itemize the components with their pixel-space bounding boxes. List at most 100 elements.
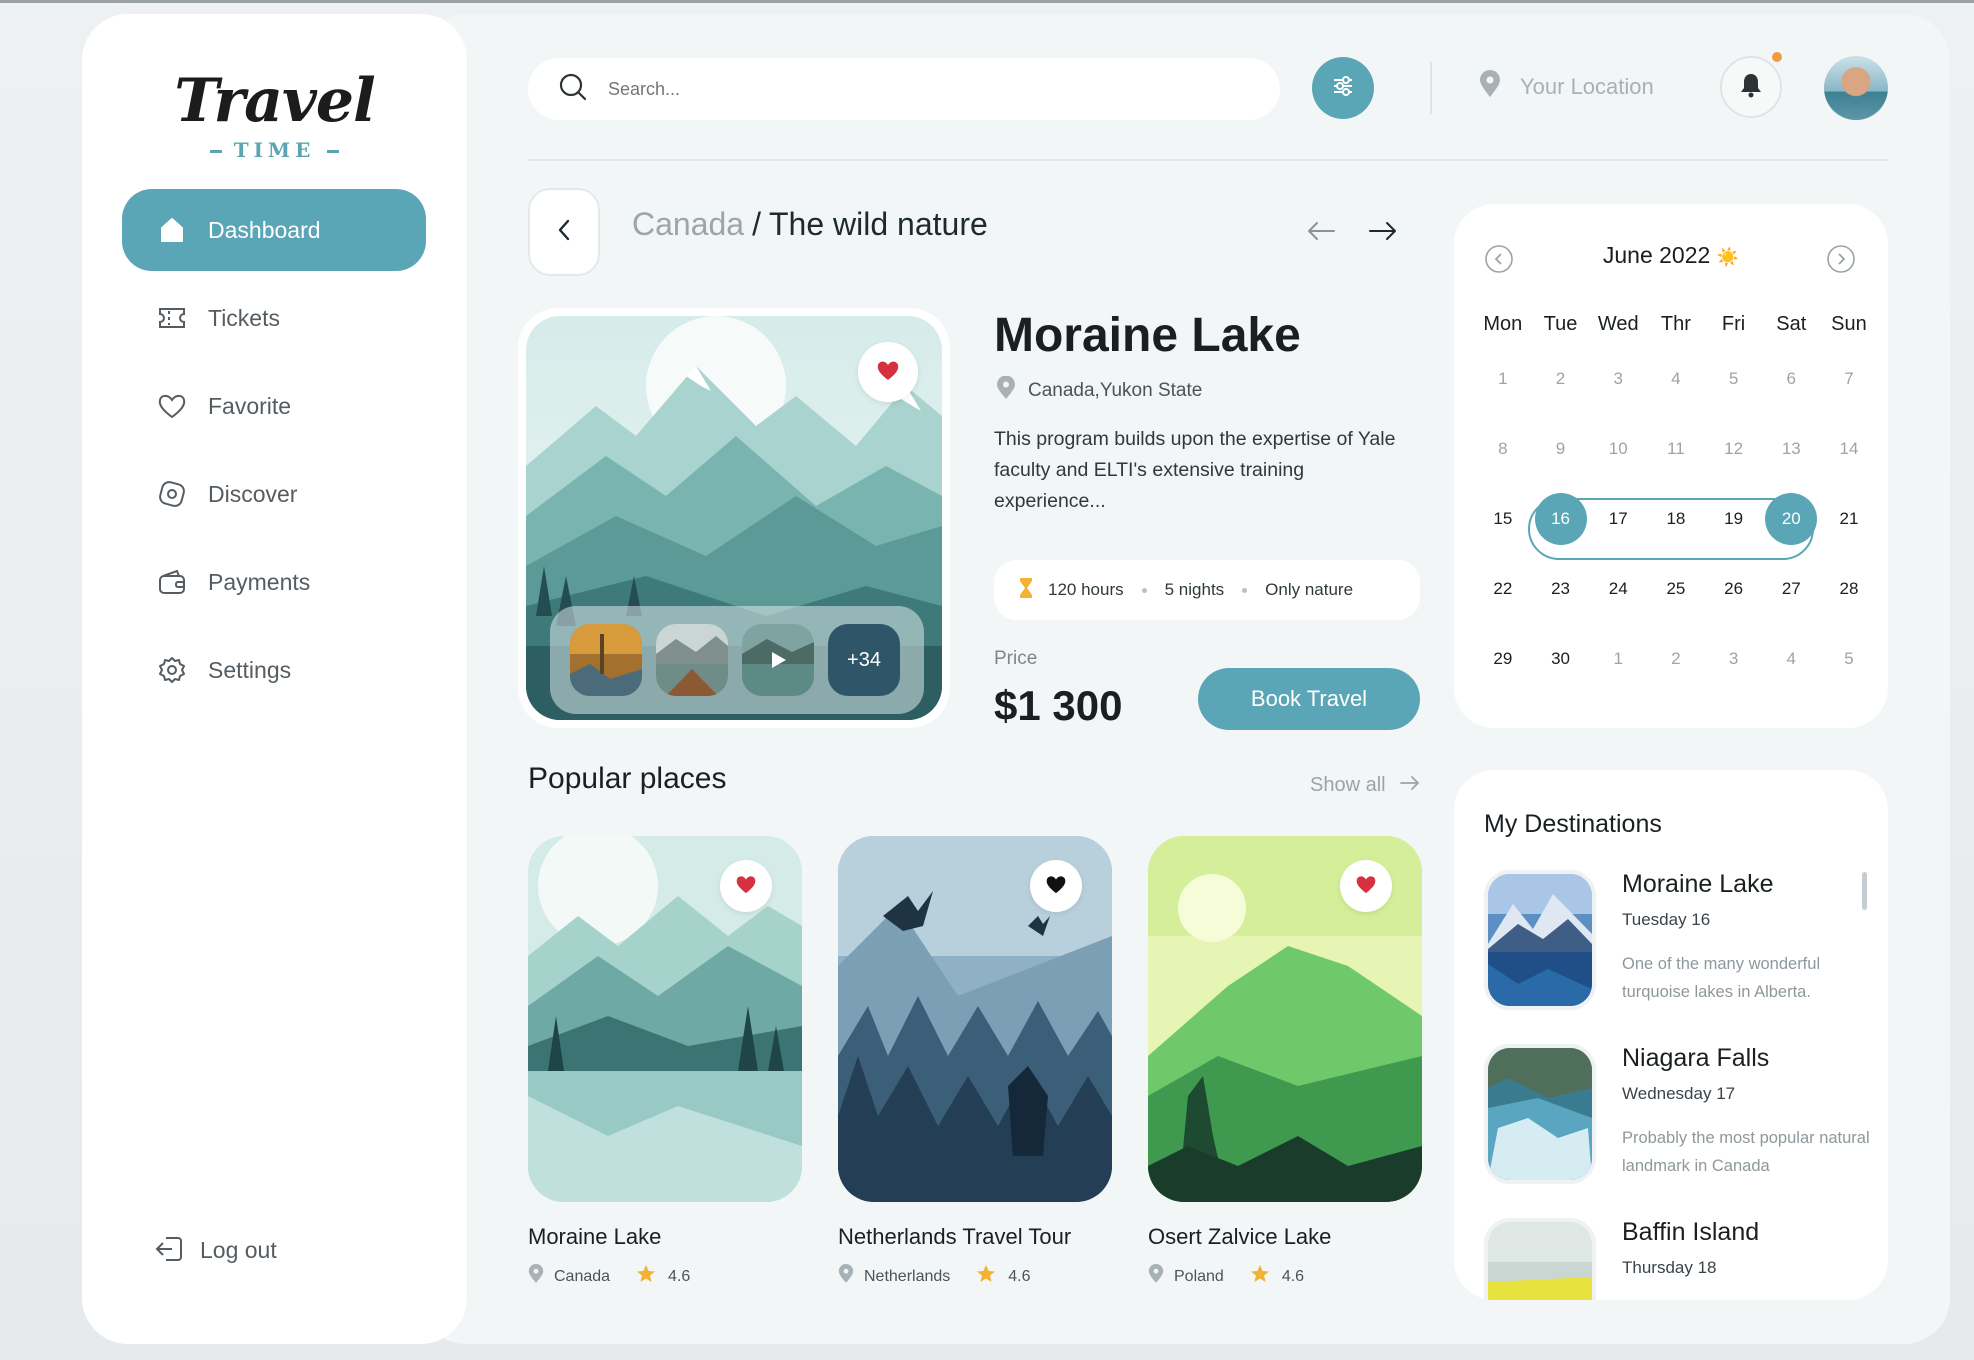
calendar-day[interactable]: 3 <box>1589 369 1647 389</box>
calendar-day[interactable]: 8 <box>1474 439 1532 459</box>
heart-icon <box>1355 874 1377 898</box>
breadcrumb-parent[interactable]: Canada <box>632 206 744 242</box>
calendar-day[interactable]: 21 <box>1820 509 1878 529</box>
place-image[interactable] <box>1148 836 1422 1202</box>
calendar-day[interactable]: 24 <box>1589 579 1647 599</box>
calendar-day[interactable]: 13 <box>1762 439 1820 459</box>
star-icon <box>1250 1264 1270 1289</box>
calendar-day[interactable]: 14 <box>1820 439 1878 459</box>
destinations-scrollbar[interactable] <box>1862 872 1867 910</box>
place-card[interactable]: Netherlands Travel Tour Netherlands 4.6 <box>838 836 1112 1289</box>
calendar-day[interactable]: 17 <box>1589 509 1647 529</box>
calendar-day[interactable]: 4 <box>1647 369 1705 389</box>
place-name: Netherlands Travel Tour <box>838 1224 1072 1249</box>
notifications-button[interactable] <box>1720 56 1782 118</box>
sidebar-item-discover[interactable]: Discover <box>122 453 426 535</box>
destination-location: Canada,Yukon State <box>996 375 1203 406</box>
avatar[interactable] <box>1824 56 1888 120</box>
sidebar-item-tickets[interactable]: Tickets <box>122 277 426 359</box>
header-divider <box>528 159 1888 161</box>
calendar-day[interactable]: 6 <box>1762 369 1820 389</box>
show-all-link[interactable]: Show all <box>1310 774 1420 797</box>
sidebar-item-favorite[interactable]: Favorite <box>122 365 426 447</box>
favorite-button[interactable] <box>1030 860 1082 912</box>
favorite-button[interactable] <box>1340 860 1392 912</box>
favorite-button[interactable] <box>858 342 918 402</box>
calendar-day[interactable]: 28 <box>1820 579 1878 599</box>
calendar-day[interactable]: 15 <box>1474 509 1532 529</box>
weekday-label: Thr <box>1660 312 1691 335</box>
sidebar-item-payments[interactable]: Payments <box>122 541 426 623</box>
photo-thumbnail[interactable] <box>656 624 728 696</box>
calendar-day[interactable]: 29 <box>1474 649 1532 669</box>
calendar-day[interactable]: 5 <box>1705 369 1763 389</box>
logout-label: Log out <box>200 1236 277 1263</box>
location-selector[interactable]: Your Location <box>1478 70 1654 104</box>
featured-image[interactable]: +34 <box>526 316 942 720</box>
place-card[interactable]: Moraine Lake Canada 4.6 <box>528 836 802 1289</box>
more-photos-button[interactable]: +34 <box>828 624 900 696</box>
video-thumbnail[interactable] <box>742 624 814 696</box>
place-rating: 4.6 <box>1281 1267 1305 1285</box>
calendar-day[interactable]: 9 <box>1532 439 1590 459</box>
calendar-day[interactable]: 1 <box>1474 369 1532 389</box>
calendar-day[interactable]: 1 <box>1589 649 1647 669</box>
calendar-day[interactable]: 30 <box>1532 649 1590 669</box>
sidebar-item-dashboard[interactable]: Dashboard <box>122 189 426 271</box>
place-card[interactable]: Osert Zalvice Lake Poland 4.6 <box>1148 836 1422 1289</box>
destination-description: One of the many wonderful turquoise lake… <box>1622 955 1821 1001</box>
compass-icon <box>156 478 188 510</box>
sidebar-item-label: Settings <box>208 656 292 683</box>
chevron-left-icon <box>554 217 574 247</box>
destination-name: Baffin Island <box>1622 1218 1760 1246</box>
back-button[interactable] <box>528 188 600 276</box>
search-icon[interactable] <box>558 72 588 106</box>
calendar-day[interactable]: 11 <box>1647 439 1705 459</box>
logout-button[interactable]: Log out <box>154 1234 277 1266</box>
arrow-right-icon[interactable] <box>1368 220 1398 246</box>
map-pin-icon <box>838 1264 854 1289</box>
calendar-day[interactable]: 18 <box>1647 509 1705 529</box>
sidebar: Travel TIME Dashboard Tickets Favorite D… <box>82 14 467 1344</box>
calendar-day[interactable]: 22 <box>1474 579 1532 599</box>
breadcrumb: Canada / The wild nature <box>632 206 988 243</box>
calendar-day[interactable]: 23 <box>1532 579 1590 599</box>
breadcrumb-separator: / <box>752 206 761 242</box>
photo-thumbnail[interactable] <box>570 624 642 696</box>
week-row: 8 9 10 11 12 13 14 <box>1474 414 1878 484</box>
calendar-day[interactable]: 25 <box>1647 579 1705 599</box>
place-meta: Poland 4.6 <box>1148 1264 1422 1289</box>
calendar-day[interactable]: 10 <box>1589 439 1647 459</box>
calendar-day[interactable]: 19 <box>1705 509 1763 529</box>
week-row: 29 30 1 2 3 4 5 <box>1474 624 1878 694</box>
weekday-label: Fri <box>1721 312 1746 335</box>
app-logo[interactable]: Travel TIME <box>82 66 467 162</box>
calendar-day[interactable]: 7 <box>1820 369 1878 389</box>
calendar-day-range-start[interactable]: 16 <box>1532 493 1590 545</box>
search-input[interactable] <box>608 78 1208 100</box>
favorite-button[interactable] <box>720 860 772 912</box>
place-country: Poland <box>1174 1267 1224 1285</box>
calendar-title: June 2022 ☀️ <box>1602 242 1740 268</box>
calendar-day[interactable]: 5 <box>1820 649 1878 669</box>
sidebar-item-settings[interactable]: Settings <box>122 629 426 711</box>
chevron-right-icon[interactable] <box>1826 244 1856 278</box>
arrow-left-icon[interactable] <box>1306 220 1336 246</box>
meta-separator <box>1242 587 1248 593</box>
calendar-day[interactable]: 12 <box>1705 439 1763 459</box>
calendar-day-range-end[interactable]: 20 <box>1762 493 1820 545</box>
location-text: Canada,Yukon State <box>1028 380 1203 401</box>
destination-title: Moraine Lake <box>994 309 1301 362</box>
calendar-day[interactable]: 27 <box>1762 579 1820 599</box>
calendar-day[interactable]: 3 <box>1705 649 1763 669</box>
calendar-day[interactable]: 26 <box>1705 579 1763 599</box>
sun-icon: ☀️ <box>1716 247 1740 267</box>
heart-icon <box>876 359 900 385</box>
place-image[interactable] <box>838 836 1112 1202</box>
calendar-day[interactable]: 2 <box>1647 649 1705 669</box>
calendar-day[interactable]: 4 <box>1762 649 1820 669</box>
book-travel-button[interactable]: Book Travel <box>1198 668 1420 730</box>
calendar-day[interactable]: 2 <box>1532 369 1590 389</box>
filter-button[interactable] <box>1312 57 1374 119</box>
place-image[interactable] <box>528 836 802 1202</box>
